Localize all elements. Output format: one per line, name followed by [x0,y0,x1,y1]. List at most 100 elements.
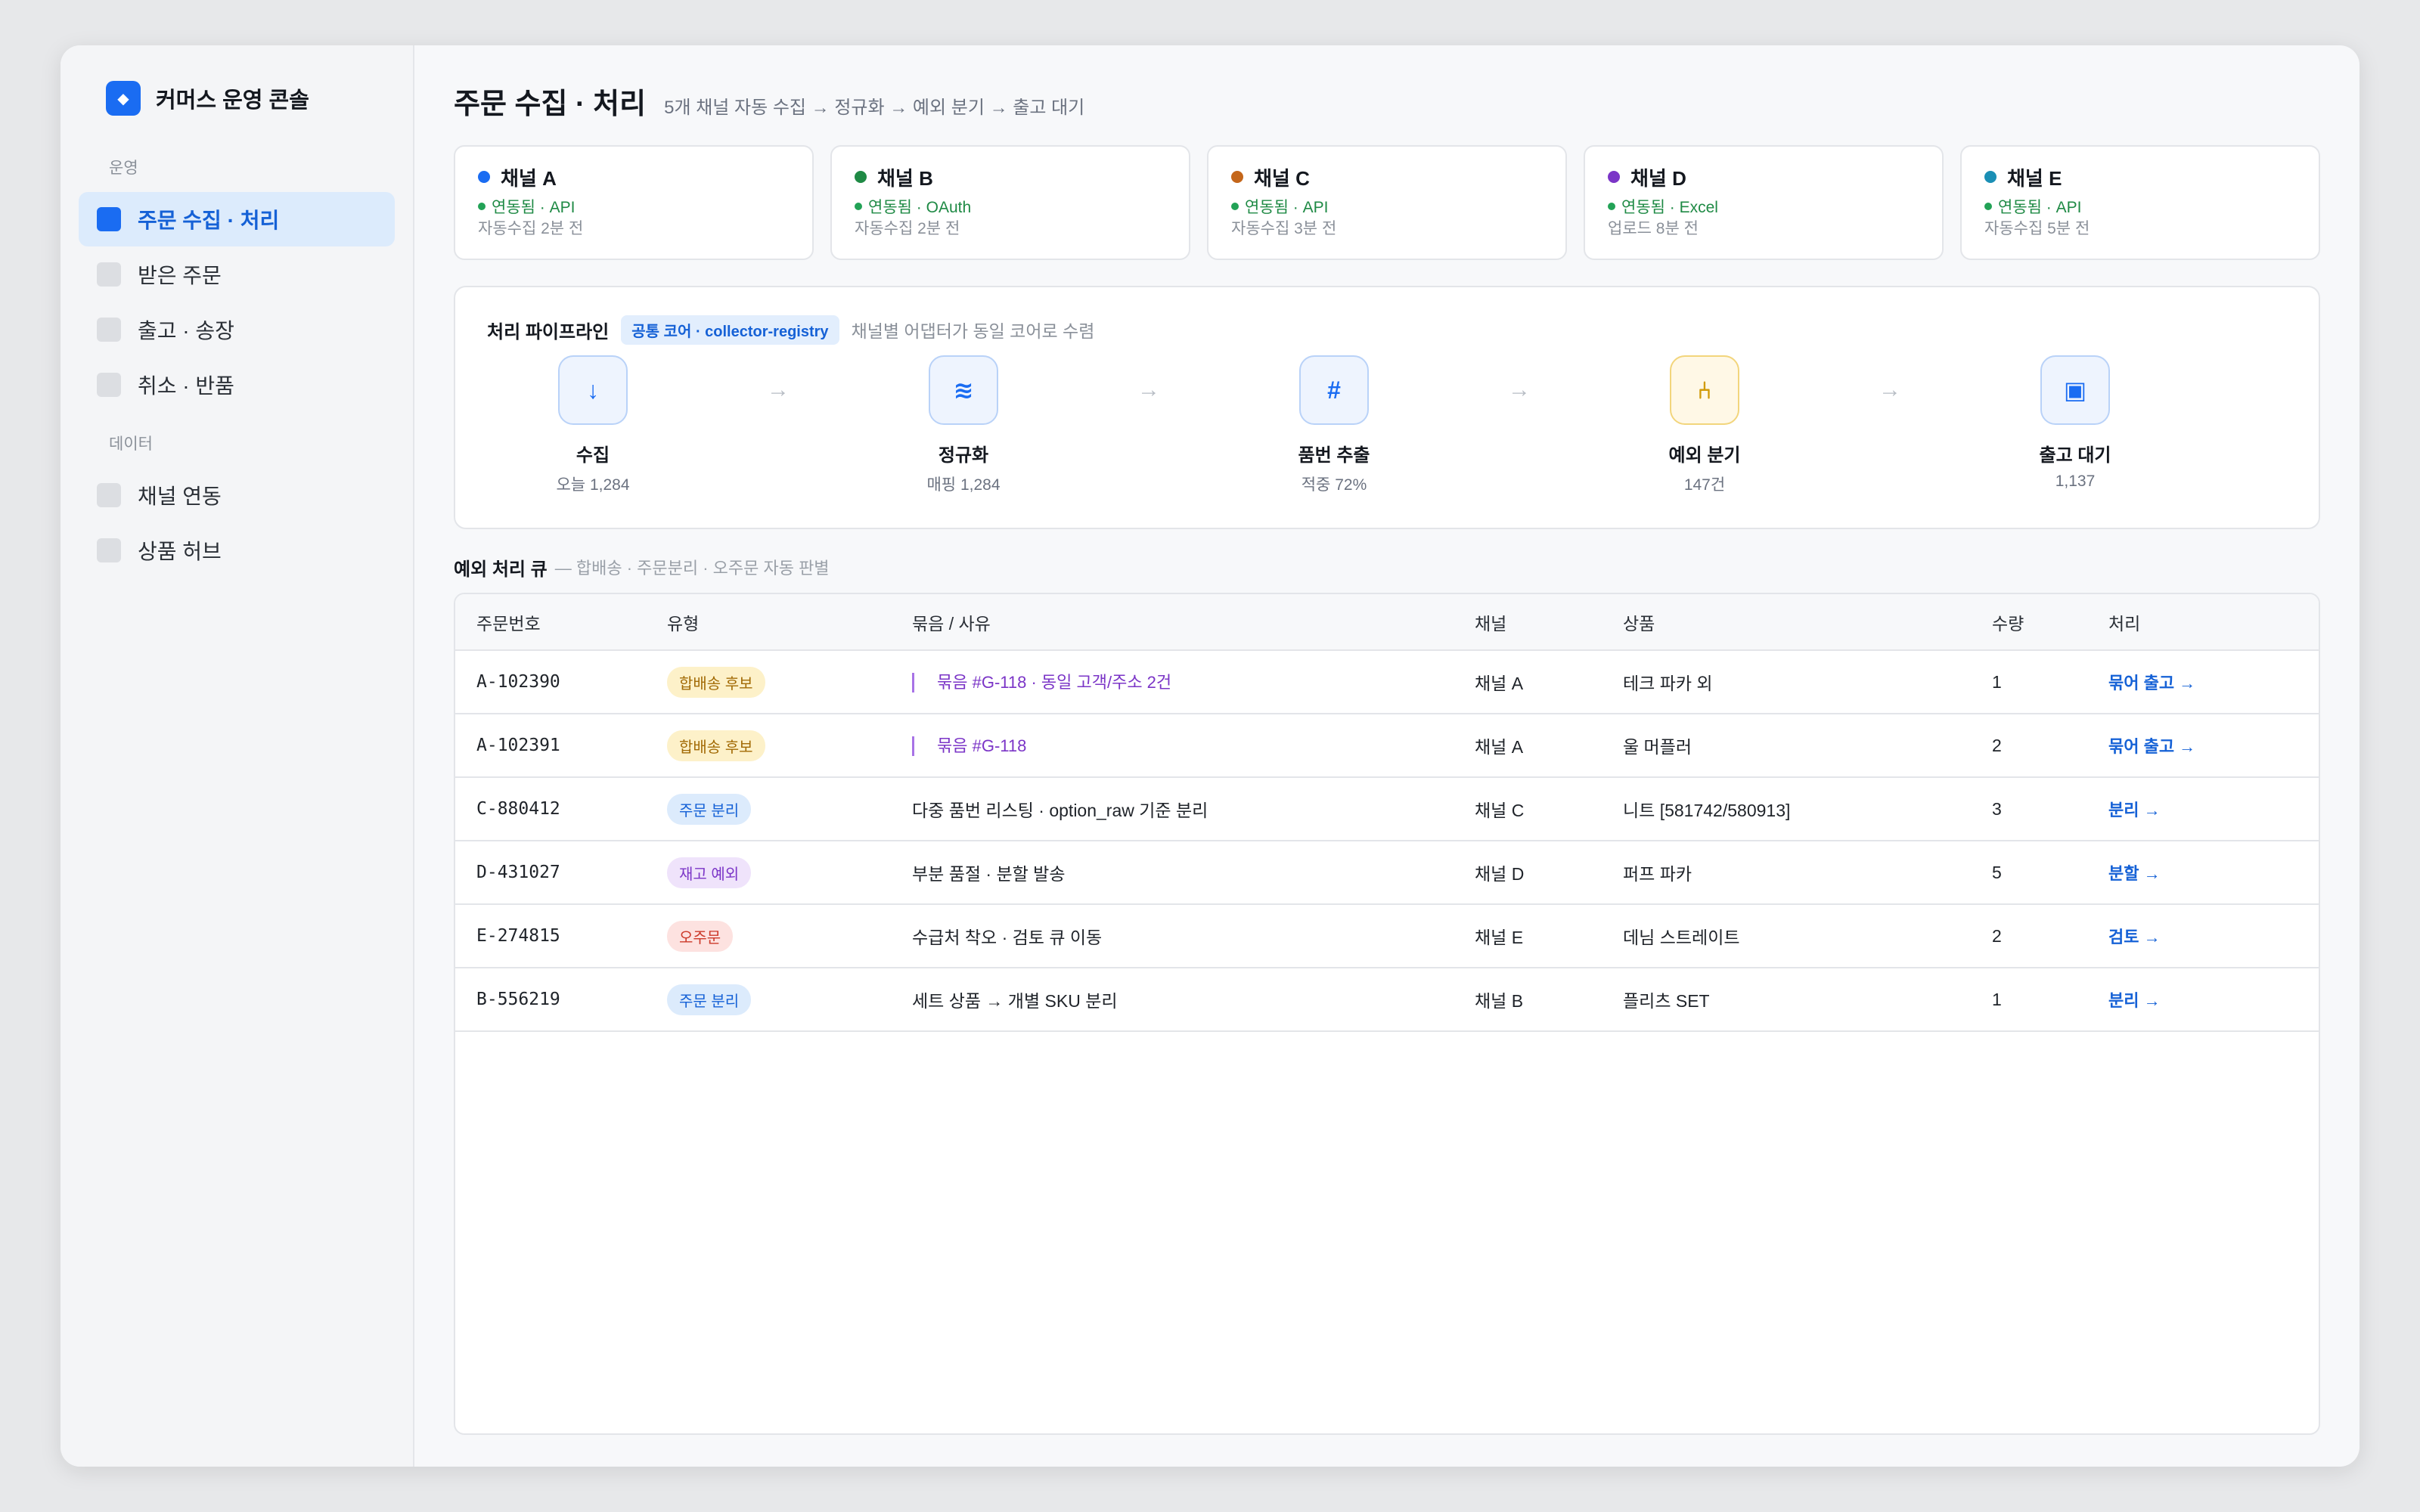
type-cell: 재고 예외 [667,841,912,905]
order-number: E-274815 [455,904,667,968]
pipeline-stage: ▣ 출고 대기 1,137 [1969,355,2181,491]
product-cell: 니트 [581742/580913] [1623,777,1992,841]
order-number: A-102390 [455,650,667,714]
table-row[interactable]: E-274815 오주문 수급처 착오 · 검토 큐 이동 채널 E 데님 스트레이트 2… [455,904,2319,968]
pipeline-panel: 처리 파이프라인 공통 코어 · collector-registry 채널별 … [454,286,2320,529]
type-badge: 합배송 후보 [667,666,765,698]
channel-name-row: 채널 C [1231,163,1543,191]
table-row[interactable]: A-102390 합배송 후보 묶음 #G-118 · 동일 고객/주소 2건 채널 … [455,650,2319,714]
status-dot [1608,203,1615,210]
sidebar-item-label: 받은 주문 [138,264,222,287]
stage-label: 정규화 [938,445,989,466]
channel-color-dot [1231,171,1243,183]
channel-card[interactable]: 채널 E 연동됨 · API 자동수집 5분 전 [1960,145,2320,260]
sidebar-item-label: 출고 · 송장 [138,319,234,342]
action-link[interactable]: 묶어 출고 → [2108,674,2195,692]
action-cell: 분리 → [2108,968,2319,1032]
channel-color-dot [1608,171,1620,183]
channel-card[interactable]: 채널 D 연동됨 · Excel 업로드 8분 전 [1584,145,1944,260]
action-cell: 묶어 출고 → [2108,714,2319,778]
app-window: ◆ 커머스 운영 콘솔 운영 주문 수집 · 처리 받은 주문 출고 · 송장 취소 ·… [60,45,2360,1467]
sidebar-item-label: 채널 연동 [138,485,222,508]
channel-card[interactable]: 채널 C 연동됨 · API 자동수집 3분 전 [1207,145,1567,260]
channel-card[interactable]: 채널 B 연동됨 · OAuth 자동수집 2분 전 [830,145,1190,260]
stage-label: 품번 추출 [1298,445,1370,466]
channel-name: 채널 C [1254,166,1310,190]
group-link[interactable]: 묶음 #G-118 [912,736,1026,756]
action-link[interactable]: 분할 → [2108,864,2161,883]
sidebar-item-label: 상품 허브 [138,540,222,563]
table-header-row: 주문번호 유형 묶음 / 사유 채널 상품 수량 처리 [455,594,2319,651]
order-number: B-556219 [455,968,667,1032]
type-badge: 재고 예외 [667,857,752,888]
sidebar-item[interactable]: 출고 · 송장 [79,302,395,357]
group-link[interactable]: 묶음 #G-118 · 동일 고객/주소 2건 [912,672,1171,692]
sidebar-item[interactable]: 상품 허브 [79,523,395,578]
channel-color-dot [478,171,490,183]
type-badge: 주문 분리 [667,793,752,825]
channel-name: 채널 E [2007,166,2062,190]
sidebar-item[interactable]: 주문 수집 · 처리 [79,192,395,246]
channel-last-sync: 자동수집 5분 전 [1984,220,2090,237]
sidebar-item[interactable]: 취소 · 반품 [79,358,395,412]
channel-last-sync: 업로드 8분 전 [1608,220,1699,237]
branch-icon: ⑃ [1670,355,1739,425]
action-link[interactable]: 분리 → [2108,991,2161,1010]
channel-status: 연동됨 · API [1231,195,1543,218]
order-number: A-102391 [455,714,667,778]
order-number: C-880412 [455,777,667,841]
table-row[interactable]: D-431027 재고 예외 부분 품절 · 분할 발송 채널 D 퍼프 파카 5 분할 → [455,841,2319,905]
type-cell: 주문 분리 [667,968,912,1032]
channel-status: 연동됨 · OAuth [855,195,1166,218]
type-badge: 오주문 [667,920,734,952]
action-cell: 분리 → [2108,777,2319,841]
channel-status-label: 연동됨 · API [1998,199,2082,216]
quantity-cell: 2 [1992,714,2108,778]
stage-label: 예외 분기 [1668,445,1741,466]
nav-item-icon [97,262,121,287]
column-header: 주문번호 [455,594,667,651]
column-header: 채널 [1475,594,1623,651]
pipeline-stage: ⑃ 예외 분기 147건 [1599,355,1810,495]
sidebar-item-label: 주문 수집 · 처리 [138,209,280,232]
normalize-icon: ≋ [929,355,998,425]
pipeline-stages: ↓ 수집 오늘 1,284 → ≋ 정규화 매핑 1,284 → # 품번 추출 적중 72% → ⑃ 예… [487,355,2287,495]
product-cell: 플리츠 SET [1623,968,1992,1032]
table-row[interactable]: C-880412 주문 분리 다중 품번 리스팅 · option_raw 기준 분… [455,777,2319,841]
column-header: 상품 [1623,594,1992,651]
reason-cell: 세트 상품 → 개별 SKU 분리 [912,968,1475,1032]
type-cell: 합배송 후보 [667,714,912,778]
type-cell: 오주문 [667,904,912,968]
sidebar-item[interactable]: 받은 주문 [79,247,395,302]
arrow-right-icon: → [767,377,790,402]
channel-card[interactable]: 채널 A 연동됨 · API 자동수집 2분 전 [454,145,814,260]
column-header: 묶음 / 사유 [912,594,1475,651]
channel-status: 연동됨 · API [1984,195,2296,218]
reason-text: 세트 상품 → 개별 SKU 분리 [912,991,1118,1011]
table-row[interactable]: A-102391 합배송 후보 묶음 #G-118 채널 A울 머플러 2 묶어 출고 → [455,714,2319,778]
status-dot [1984,203,1992,210]
sidebar-item[interactable]: 채널 연동 [79,468,395,522]
action-link[interactable]: 분리 → [2108,801,2161,820]
nav-item-icon [97,373,121,397]
channel-status-label: 연동됨 · API [1245,199,1329,216]
app-logo-icon: ◆ [106,81,141,116]
page-title: 주문 수집 · 처리 [454,88,647,120]
pipeline-stage: ≋ 정규화 매핑 1,284 [858,355,1069,495]
channel-cell: 채널 E [1475,904,1623,968]
column-header: 처리 [2108,594,2319,651]
table-row[interactable]: B-556219 주문 분리 세트 상품 → 개별 SKU 분리 채널 B 플리츠 SE… [455,968,2319,1032]
channel-cell: 채널 B [1475,968,1623,1032]
queue-header: 예외 처리 큐 — 합배송 · 주문분리 · 오주문 자동 판별 [454,552,2320,582]
channel-name: 채널 B [877,166,933,190]
nav-item-icon [97,538,121,562]
status-dot [478,203,486,210]
action-link[interactable]: 검토 → [2108,928,2161,947]
action-link[interactable]: 묶어 출고 → [2108,737,2195,756]
sidebar-group-label: 데이터 [109,435,153,453]
brand: ◆ 커머스 운영 콘솔 [79,79,395,118]
nav-item-icon [97,318,121,342]
exception-queue-table: 주문번호 유형 묶음 / 사유 채널 상품 수량 처리 A-102390 합배송 후보 묶음 #… [454,593,2320,1435]
product-cell: 울 머플러 [1623,714,1992,778]
sidebar-nav-list: 주문 수집 · 처리받은 주문출고 · 송장취소 · 반품 [79,192,395,412]
